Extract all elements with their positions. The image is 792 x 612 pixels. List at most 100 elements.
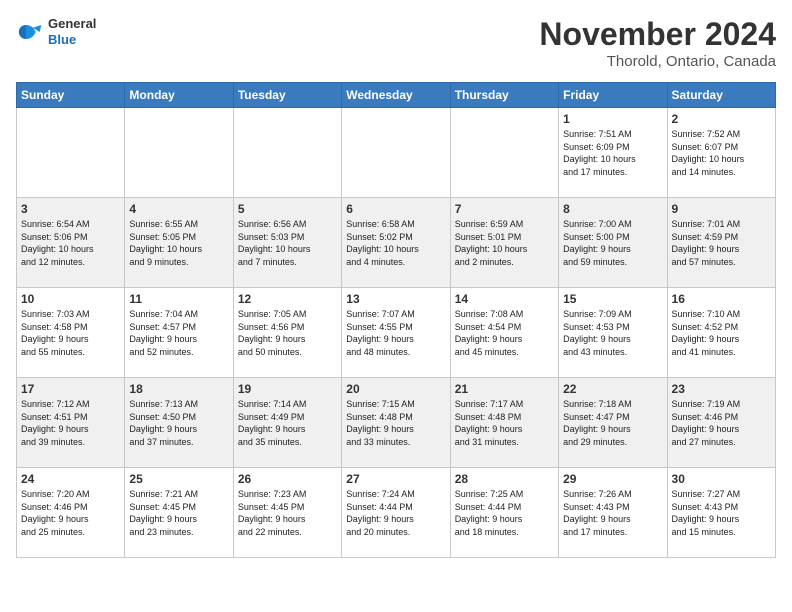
week-row-3: 17Sunrise: 7:12 AM Sunset: 4:51 PM Dayli… (17, 378, 776, 468)
calendar-cell: 2 Sunrise: 7:52 AM Sunset: 6:07 PM Daylig… (667, 108, 775, 198)
calendar-cell: 7 Sunrise: 6:59 AM Sunset: 5:01 PM Daylig… (450, 198, 558, 288)
calendar-cell: 28 Sunrise: 7:25 AM Sunset: 4:44 PM Dayli… (450, 468, 558, 558)
day-info: Sunrise: 7:25 AM Sunset: 4:44 PM Dayligh… (455, 488, 554, 538)
header-saturday: Saturday (667, 83, 775, 108)
day-number: 28 (455, 472, 554, 486)
day-info: Sunrise: 7:26 AM Sunset: 4:43 PM Dayligh… (563, 488, 662, 538)
page-header: General Blue November 2024 Thorold, Onta… (16, 16, 776, 70)
day-number: 9 (672, 202, 771, 216)
day-info: Sunrise: 6:59 AM Sunset: 5:01 PM Dayligh… (455, 218, 554, 268)
day-number: 8 (563, 202, 662, 216)
day-info: Sunrise: 6:54 AM Sunset: 5:06 PM Dayligh… (21, 218, 120, 268)
day-info: Sunrise: 7:19 AM Sunset: 4:46 PM Dayligh… (672, 398, 771, 448)
day-info: Sunrise: 7:01 AM Sunset: 4:59 PM Dayligh… (672, 218, 771, 268)
calendar-cell: 4 Sunrise: 6:55 AM Sunset: 5:05 PM Daylig… (125, 198, 233, 288)
calendar-cell: 9 Sunrise: 7:01 AM Sunset: 4:59 PM Daylig… (667, 198, 775, 288)
day-info: Sunrise: 7:13 AM Sunset: 4:50 PM Dayligh… (129, 398, 228, 448)
day-number: 18 (129, 382, 228, 396)
day-number: 1 (563, 112, 662, 126)
day-info: Sunrise: 7:14 AM Sunset: 4:49 PM Dayligh… (238, 398, 337, 448)
day-number: 20 (346, 382, 445, 396)
day-info: Sunrise: 7:27 AM Sunset: 4:43 PM Dayligh… (672, 488, 771, 538)
title-block: November 2024 Thorold, Ontario, Canada (539, 16, 776, 70)
calendar-cell: 23 Sunrise: 7:19 AM Sunset: 4:46 PM Dayli… (667, 378, 775, 468)
day-info: Sunrise: 7:24 AM Sunset: 4:44 PM Dayligh… (346, 488, 445, 538)
calendar-cell: 30Sunrise: 7:27 AM Sunset: 4:43 PM Dayli… (667, 468, 775, 558)
day-number: 23 (672, 382, 771, 396)
day-number: 14 (455, 292, 554, 306)
calendar-cell (342, 108, 450, 198)
day-number: 17 (21, 382, 120, 396)
day-number: 22 (563, 382, 662, 396)
day-info: Sunrise: 6:55 AM Sunset: 5:05 PM Dayligh… (129, 218, 228, 268)
day-info: Sunrise: 7:18 AM Sunset: 4:47 PM Dayligh… (563, 398, 662, 448)
calendar-cell: 19Sunrise: 7:14 AM Sunset: 4:49 PM Dayli… (233, 378, 341, 468)
day-number: 11 (129, 292, 228, 306)
calendar-body: 1 Sunrise: 7:51 AM Sunset: 6:09 PM Daylig… (17, 108, 776, 558)
day-number: 24 (21, 472, 120, 486)
calendar-cell: 17Sunrise: 7:12 AM Sunset: 4:51 PM Dayli… (17, 378, 125, 468)
header-sunday: Sunday (17, 83, 125, 108)
logo-general: General (48, 16, 96, 32)
day-info: Sunrise: 7:10 AM Sunset: 4:52 PM Dayligh… (672, 308, 771, 358)
day-info: Sunrise: 7:52 AM Sunset: 6:07 PM Dayligh… (672, 128, 771, 178)
header-wednesday: Wednesday (342, 83, 450, 108)
calendar-cell: 10 Sunrise: 7:03 AM Sunset: 4:58 PM Dayli… (17, 288, 125, 378)
calendar-cell: 20 Sunrise: 7:15 AM Sunset: 4:48 PM Dayli… (342, 378, 450, 468)
day-number: 16 (672, 292, 771, 306)
page-subtitle: Thorold, Ontario, Canada (539, 53, 776, 70)
day-info: Sunrise: 7:03 AM Sunset: 4:58 PM Dayligh… (21, 308, 120, 358)
calendar-cell: 24 Sunrise: 7:20 AM Sunset: 4:46 PM Dayli… (17, 468, 125, 558)
calendar-header: SundayMondayTuesdayWednesdayThursdayFrid… (17, 83, 776, 108)
day-number: 12 (238, 292, 337, 306)
logo: General Blue (16, 16, 96, 47)
header-thursday: Thursday (450, 83, 558, 108)
week-row-0: 1 Sunrise: 7:51 AM Sunset: 6:09 PM Daylig… (17, 108, 776, 198)
calendar-cell: 12 Sunrise: 7:05 AM Sunset: 4:56 PM Dayli… (233, 288, 341, 378)
calendar-cell: 6 Sunrise: 6:58 AM Sunset: 5:02 PM Daylig… (342, 198, 450, 288)
day-info: Sunrise: 7:51 AM Sunset: 6:09 PM Dayligh… (563, 128, 662, 178)
day-info: Sunrise: 7:00 AM Sunset: 5:00 PM Dayligh… (563, 218, 662, 268)
header-tuesday: Tuesday (233, 83, 341, 108)
day-info: Sunrise: 7:20 AM Sunset: 4:46 PM Dayligh… (21, 488, 120, 538)
calendar-cell: 14 Sunrise: 7:08 AM Sunset: 4:54 PM Dayli… (450, 288, 558, 378)
day-number: 5 (238, 202, 337, 216)
day-info: Sunrise: 7:09 AM Sunset: 4:53 PM Dayligh… (563, 308, 662, 358)
calendar-cell (450, 108, 558, 198)
header-friday: Friday (559, 83, 667, 108)
day-number: 3 (21, 202, 120, 216)
day-info: Sunrise: 6:56 AM Sunset: 5:03 PM Dayligh… (238, 218, 337, 268)
day-number: 4 (129, 202, 228, 216)
logo-blue: Blue (48, 32, 96, 48)
calendar-cell: 8 Sunrise: 7:00 AM Sunset: 5:00 PM Daylig… (559, 198, 667, 288)
day-number: 7 (455, 202, 554, 216)
day-info: Sunrise: 7:04 AM Sunset: 4:57 PM Dayligh… (129, 308, 228, 358)
day-info: Sunrise: 7:15 AM Sunset: 4:48 PM Dayligh… (346, 398, 445, 448)
calendar-cell: 1 Sunrise: 7:51 AM Sunset: 6:09 PM Daylig… (559, 108, 667, 198)
day-info: Sunrise: 7:08 AM Sunset: 4:54 PM Dayligh… (455, 308, 554, 358)
calendar-cell (125, 108, 233, 198)
day-number: 6 (346, 202, 445, 216)
logo-icon (16, 18, 44, 46)
calendar-cell: 26Sunrise: 7:23 AM Sunset: 4:45 PM Dayli… (233, 468, 341, 558)
calendar-cell: 5 Sunrise: 6:56 AM Sunset: 5:03 PM Daylig… (233, 198, 341, 288)
calendar-cell (17, 108, 125, 198)
day-info: Sunrise: 7:05 AM Sunset: 4:56 PM Dayligh… (238, 308, 337, 358)
calendar-cell: 13Sunrise: 7:07 AM Sunset: 4:55 PM Dayli… (342, 288, 450, 378)
week-row-4: 24 Sunrise: 7:20 AM Sunset: 4:46 PM Dayli… (17, 468, 776, 558)
calendar-cell: 21Sunrise: 7:17 AM Sunset: 4:48 PM Dayli… (450, 378, 558, 468)
calendar-cell: 3 Sunrise: 6:54 AM Sunset: 5:06 PM Daylig… (17, 198, 125, 288)
header-monday: Monday (125, 83, 233, 108)
day-number: 27 (346, 472, 445, 486)
week-row-1: 3 Sunrise: 6:54 AM Sunset: 5:06 PM Daylig… (17, 198, 776, 288)
day-number: 10 (21, 292, 120, 306)
day-info: Sunrise: 7:21 AM Sunset: 4:45 PM Dayligh… (129, 488, 228, 538)
day-number: 25 (129, 472, 228, 486)
day-info: Sunrise: 7:23 AM Sunset: 4:45 PM Dayligh… (238, 488, 337, 538)
logo-text: General Blue (48, 16, 96, 47)
calendar-cell: 15Sunrise: 7:09 AM Sunset: 4:53 PM Dayli… (559, 288, 667, 378)
calendar-cell: 27 Sunrise: 7:24 AM Sunset: 4:44 PM Dayli… (342, 468, 450, 558)
day-number: 21 (455, 382, 554, 396)
day-info: Sunrise: 6:58 AM Sunset: 5:02 PM Dayligh… (346, 218, 445, 268)
day-number: 2 (672, 112, 771, 126)
